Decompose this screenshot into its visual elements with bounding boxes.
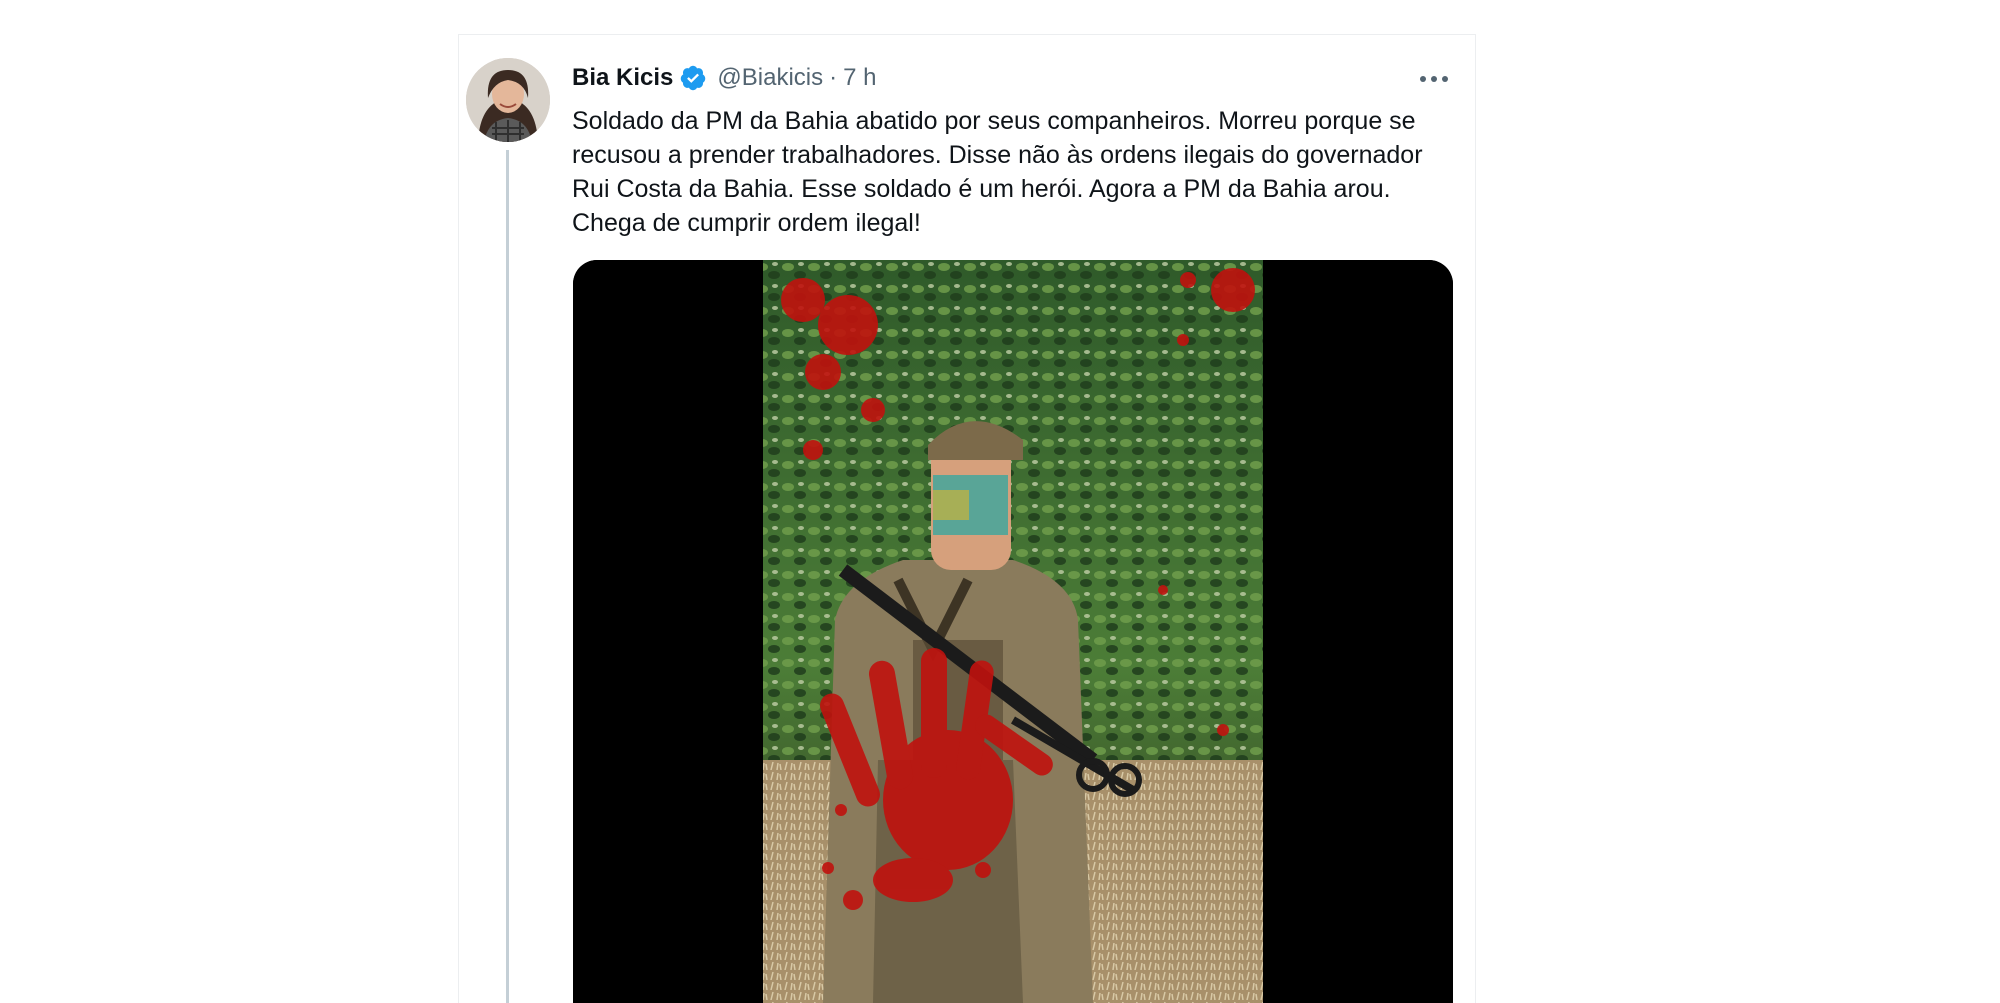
tweet-text: Soldado da PM da Bahia abatido por seus … [572,107,1423,237]
verified-badge-icon [679,64,707,92]
more-options-button[interactable] [1412,62,1456,96]
media-image [573,260,1453,1003]
avatar[interactable] [466,58,550,142]
tweet-media[interactable] [573,260,1453,1003]
tweet-header: Bia Kicis @Biakicis · 7 h [572,60,876,96]
screen: Bia Kicis @Biakicis · 7 h Soldado da PM … [0,0,2000,1003]
thread-line [506,150,509,1003]
more-options-icon [1420,76,1448,82]
display-name[interactable]: Bia Kicis [572,64,673,92]
timestamp[interactable]: 7 h [843,64,876,92]
separator-dot: · [829,64,838,91]
handle[interactable]: @Biakicis [717,64,823,92]
